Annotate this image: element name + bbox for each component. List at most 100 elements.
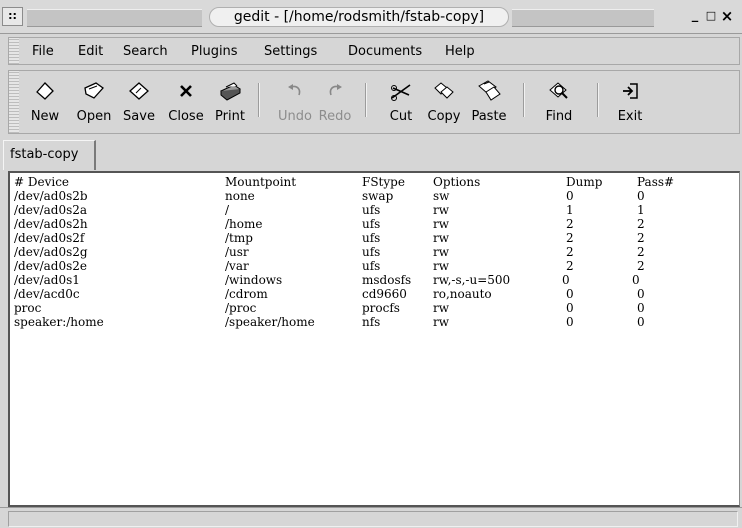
text-field: Options xyxy=(433,175,481,189)
paste-label: Paste xyxy=(471,109,507,124)
text-field: 0 xyxy=(637,189,645,203)
new-document-icon xyxy=(36,82,54,100)
text-field: ufs xyxy=(362,245,381,259)
save-button[interactable]: Save xyxy=(119,77,159,129)
copy-button[interactable]: Copy xyxy=(424,77,464,129)
print-button[interactable]: Print xyxy=(212,77,248,129)
document-tabs: fstab-copy xyxy=(0,139,742,171)
save-icon xyxy=(129,82,149,100)
text-field: swap xyxy=(362,189,394,203)
window-title: gedit - [/home/rodsmith/fstab-copy] xyxy=(209,7,509,27)
text-field: 2 xyxy=(637,259,645,273)
menu-documents[interactable]: Documents xyxy=(348,43,422,61)
text-field: /var xyxy=(225,259,249,273)
menu-help[interactable]: Help xyxy=(445,43,475,61)
text-field: /usr xyxy=(225,245,249,259)
text-line: /dev/ad0s1/windows msdosfs rw,-s,-u=500 0 0 xyxy=(14,273,734,287)
toolbar-grip-handle[interactable] xyxy=(9,71,19,133)
toolbar-separator xyxy=(258,83,260,117)
text-field: rw xyxy=(433,245,450,259)
redo-button[interactable]: Redo xyxy=(315,77,355,129)
text-field: ufs xyxy=(362,217,381,231)
status-text xyxy=(8,511,738,527)
text-field: rw xyxy=(433,203,450,217)
cut-button[interactable]: Cut xyxy=(384,77,418,129)
text-field: none xyxy=(225,189,255,203)
text-field: /home xyxy=(225,217,263,231)
menu-bar: File Edit Search Plugins Settings Docume… xyxy=(8,37,740,65)
menu-search[interactable]: Search xyxy=(123,43,168,61)
close-window-button[interactable]: × xyxy=(720,8,734,24)
find-icon xyxy=(549,82,568,99)
toolbar-separator xyxy=(597,83,599,117)
text-field: / xyxy=(225,203,230,217)
text-field: 2 xyxy=(566,217,574,231)
text-field: /dev/ad0s2f xyxy=(14,231,85,245)
text-field: ro,noauto xyxy=(433,287,492,301)
text-line: /dev/ad0s2a / ufs rw 1 1 xyxy=(14,203,734,217)
window-menu-button[interactable]: :: xyxy=(2,7,23,26)
toolbar-separator xyxy=(523,83,525,117)
paste-icon xyxy=(478,80,501,101)
menu-plugins[interactable]: Plugins xyxy=(191,43,238,61)
copy-icon xyxy=(434,82,454,99)
exit-label: Exit xyxy=(617,109,643,124)
find-label: Find xyxy=(545,109,573,124)
text-field: 0 xyxy=(637,315,645,329)
close-button[interactable]: Close xyxy=(164,77,208,129)
text-line: /dev/ad0s2f/tmp ufs rw 2 2 xyxy=(14,231,734,245)
text-editor-area[interactable]: # Device Mountpoint FStype Options Dump Pass#… xyxy=(8,171,740,507)
text-field: 0 xyxy=(637,287,645,301)
text-field: 0 xyxy=(632,273,640,287)
text-field: msdosfs xyxy=(362,273,412,287)
text-line: /dev/ad0s2b none swap sw 0 0 xyxy=(14,189,734,203)
text-field: /dev/ad0s2b xyxy=(14,189,88,203)
text-field: Dump xyxy=(566,175,603,189)
text-field: ufs xyxy=(362,231,381,245)
text-field: rw xyxy=(433,231,450,245)
text-field: 2 xyxy=(566,231,574,245)
new-button[interactable]: New xyxy=(27,77,63,129)
print-label: Print xyxy=(215,109,245,124)
open-button[interactable]: Open xyxy=(73,77,115,129)
text-field: 0 xyxy=(562,273,570,287)
menubar-grip-handle[interactable] xyxy=(9,38,19,64)
scissors-icon xyxy=(391,84,411,101)
text-field: /proc xyxy=(225,301,257,315)
paste-button[interactable]: Paste xyxy=(467,77,511,129)
find-button[interactable]: Find xyxy=(541,77,577,129)
menu-file[interactable]: File xyxy=(32,43,54,61)
text-field: 2 xyxy=(566,245,574,259)
text-field: 0 xyxy=(566,315,574,329)
text-field: 2 xyxy=(637,245,645,259)
open-folder-icon xyxy=(84,82,104,99)
minimize-button[interactable]: _ xyxy=(688,8,702,24)
text-field: nfs xyxy=(362,315,381,329)
undo-icon xyxy=(288,84,301,96)
text-field: # Device xyxy=(14,175,70,189)
text-field: 1 xyxy=(637,203,645,217)
text-field: rw xyxy=(433,259,450,273)
undo-button[interactable]: Undo xyxy=(275,77,315,129)
text-field: /dev/acd0c xyxy=(14,287,80,301)
text-field: rw xyxy=(433,217,450,231)
copy-label: Copy xyxy=(427,109,461,124)
title-bar-stripe-right xyxy=(512,9,654,27)
redo-label: Redo xyxy=(318,109,352,124)
title-bar[interactable]: :: gedit - [/home/rodsmith/fstab-copy] _… xyxy=(0,0,742,34)
text-field: /dev/ad0s2a xyxy=(14,203,88,217)
cut-label: Cut xyxy=(389,109,413,124)
text-line: /dev/ad0s2g/usr ufs rw 2 2 xyxy=(14,245,734,259)
text-field: proc xyxy=(14,301,42,315)
menu-edit[interactable]: Edit xyxy=(78,43,103,61)
text-field: 2 xyxy=(566,259,574,273)
exit-button[interactable]: Exit xyxy=(613,77,647,129)
tab-fstab-copy[interactable]: fstab-copy xyxy=(3,140,96,170)
maximize-button[interactable]: □ xyxy=(704,8,718,24)
text-field: FStype xyxy=(362,175,405,189)
text-field: /tmp xyxy=(225,231,253,245)
text-field: Pass# xyxy=(637,175,675,189)
new-label: New xyxy=(30,109,60,124)
menu-settings[interactable]: Settings xyxy=(264,43,317,61)
text-line: proc/proc procfs rw 0 0 xyxy=(14,301,734,315)
